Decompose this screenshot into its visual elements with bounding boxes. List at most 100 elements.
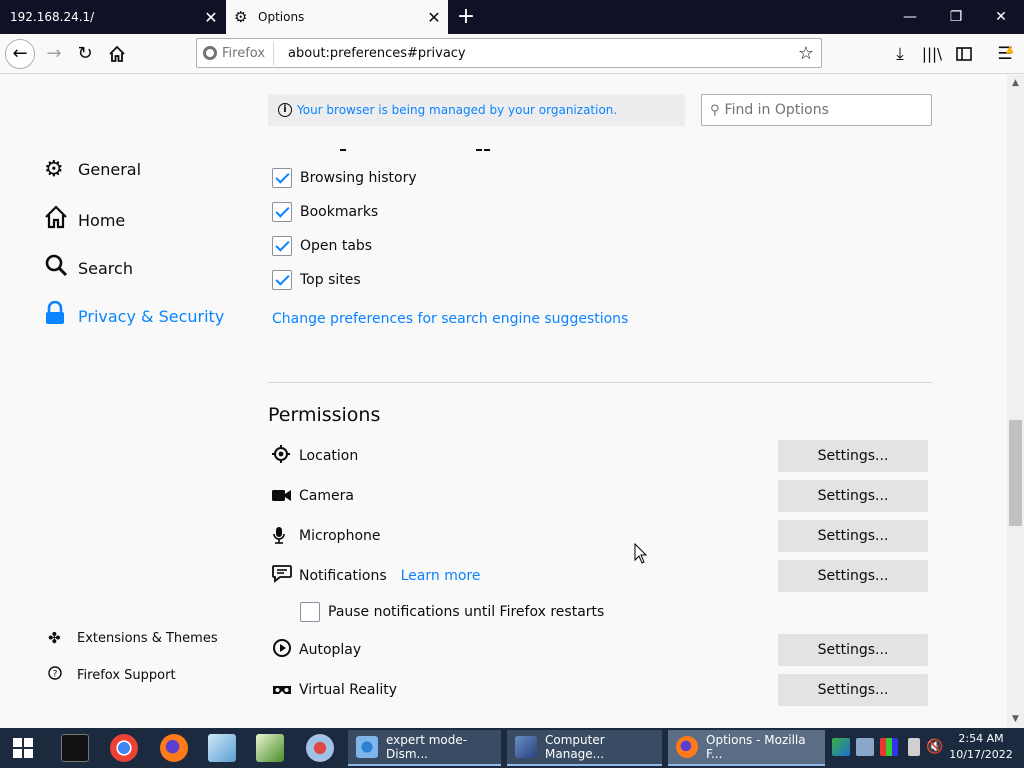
page-scrollbar[interactable]: ▲ ▼ — [1007, 75, 1024, 728]
back-arrow-icon: ← — [12, 43, 28, 64]
forward-button[interactable]: → — [39, 39, 69, 69]
search-suggestions-link[interactable]: Change preferences for search engine sug… — [272, 311, 628, 327]
home-button[interactable] — [102, 39, 132, 69]
checkbox-pause-notifications[interactable]: Pause notifications until Firefox restar… — [300, 602, 604, 622]
scroll-up-arrow-icon[interactable]: ▲ — [1007, 75, 1024, 92]
category-privacy-security[interactable]: Privacy & Security — [44, 300, 224, 331]
checkbox-bookmarks[interactable]: Bookmarks — [272, 202, 378, 222]
close-window-button[interactable]: ✕ — [978, 0, 1024, 34]
tab-options[interactable]: ⚙ Options ✕ — [226, 0, 448, 34]
checkbox[interactable] — [272, 202, 292, 222]
checkbox-label: Pause notifications until Firefox restar… — [328, 604, 605, 620]
extensions-themes-link[interactable]: ✤ Extensions & Themes — [48, 629, 218, 647]
autoplay-settings-button[interactable]: Settings... — [778, 634, 928, 666]
svg-text:?: ? — [53, 670, 58, 680]
taskbar-window-firefox[interactable]: Options - Mozilla F... — [668, 730, 825, 766]
reload-icon: ↻ — [77, 43, 93, 64]
taskbar-window-computer-management[interactable]: Computer Manage... — [507, 730, 662, 766]
info-icon: i — [278, 103, 292, 117]
search-icon: ⚲ — [710, 102, 720, 118]
reload-button[interactable]: ↻ — [70, 39, 100, 69]
checkbox-top-sites[interactable]: Top sites — [272, 270, 361, 290]
taskbar-window-title: expert mode-Dism... — [386, 733, 468, 761]
tab-title: Options — [258, 10, 305, 24]
library-button[interactable]: |||\ — [917, 39, 947, 69]
gear-icon: ⚙ — [234, 8, 248, 26]
system-clock[interactable]: 2:54 AM 10/17/2022 — [948, 731, 1014, 763]
sidebar-button[interactable] — [949, 39, 979, 69]
taskbar-window-dism[interactable]: expert mode-Dism... — [348, 730, 501, 766]
start-button[interactable] — [0, 728, 46, 768]
checkbox[interactable] — [300, 602, 320, 622]
tab-router[interactable]: 192.168.24.1/ ✕ — [0, 0, 225, 34]
category-general[interactable]: ⚙ General — [44, 157, 141, 182]
windows-taskbar: expert mode-Dism... Computer Manage... O… — [0, 728, 1024, 768]
identity-label: Firefox — [222, 45, 266, 61]
warning-badge-icon: ▲ — [1006, 44, 1014, 55]
terminal-icon[interactable] — [61, 734, 89, 762]
scrollbar-thumb[interactable] — [1009, 420, 1022, 526]
camera-settings-button[interactable]: Settings... — [778, 480, 928, 512]
category-search[interactable]: Search — [44, 253, 133, 283]
checkbox-label: Bookmarks — [300, 204, 379, 220]
forward-arrow-icon: → — [46, 43, 62, 64]
autoplay-icon — [272, 638, 299, 662]
microphone-icon — [272, 524, 299, 548]
firefox-icon[interactable] — [160, 734, 188, 762]
notifications-settings-button[interactable]: Settings... — [778, 560, 928, 592]
chrome-icon[interactable] — [110, 734, 138, 762]
location-icon — [272, 445, 299, 467]
firefox-support-link[interactable]: ? Firefox Support — [48, 666, 176, 684]
category-home[interactable]: Home — [44, 205, 125, 235]
camera-icon — [272, 487, 299, 506]
minimize-button[interactable]: — — [887, 0, 933, 34]
permission-label: Camera — [299, 488, 354, 504]
find-in-options[interactable]: ⚲ — [701, 94, 932, 126]
checkbox[interactable] — [272, 270, 292, 290]
downloads-button[interactable]: ⤓ — [885, 39, 915, 69]
identity-box[interactable]: Firefox — [197, 41, 275, 65]
checkbox-open-tabs[interactable]: Open tabs — [272, 236, 372, 256]
checkbox[interactable] — [272, 236, 292, 256]
menu-button[interactable]: ☰ ▲ — [990, 39, 1020, 69]
usb-icon[interactable] — [908, 738, 920, 756]
checkbox-browsing-history[interactable]: Browsing history — [272, 168, 417, 188]
permission-camera: Camera Settings... — [272, 480, 932, 512]
permissions-heading: Permissions — [268, 404, 381, 426]
vr-settings-button[interactable]: Settings... — [778, 674, 928, 706]
download-icon: ⤓ — [896, 44, 904, 64]
checkbox[interactable] — [272, 168, 292, 188]
microphone-settings-button[interactable]: Settings... — [778, 520, 928, 552]
vr-icon — [272, 681, 299, 700]
close-tab-icon[interactable]: ✕ — [420, 8, 448, 27]
maximize-button[interactable]: ❐ — [933, 0, 979, 34]
home-icon — [109, 45, 125, 62]
find-in-options-input[interactable] — [724, 102, 931, 118]
library-icon: |||\ — [921, 45, 943, 63]
tray-app-icon[interactable] — [832, 738, 850, 756]
computer-management-icon — [515, 736, 537, 758]
back-button[interactable]: ← — [5, 39, 35, 69]
new-tab-button[interactable]: + — [452, 2, 480, 32]
category-label: General — [78, 160, 142, 179]
permission-label: Notifications — [299, 568, 387, 584]
display-icon[interactable] — [880, 738, 898, 756]
network-tool-icon[interactable] — [306, 734, 334, 762]
network-icon[interactable] — [856, 738, 874, 756]
bookmark-star-icon[interactable]: ☆ — [791, 43, 821, 64]
volume-mute-icon[interactable]: 🔇 — [926, 738, 946, 756]
url-bar[interactable]: Firefox about:preferences#privacy ☆ — [196, 38, 822, 68]
close-tab-icon[interactable]: ✕ — [197, 8, 225, 27]
task-manager-icon[interactable] — [256, 734, 284, 762]
notifications-learn-more-link[interactable]: Learn more — [401, 568, 481, 584]
location-settings-button[interactable]: Settings... — [778, 440, 928, 472]
clipped-heading — [300, 147, 500, 153]
navigation-toolbar: ← → ↻ Firefox about:preferences#privacy … — [0, 34, 1024, 74]
notepad-icon[interactable] — [208, 734, 236, 762]
scroll-down-arrow-icon[interactable]: ▼ — [1007, 711, 1024, 728]
permission-label: Location — [299, 448, 359, 464]
permission-label: Virtual Reality — [299, 682, 398, 698]
managed-policy-notice[interactable]: i Your browser is being managed by your … — [268, 94, 685, 126]
url-input[interactable]: about:preferences#privacy — [274, 46, 791, 61]
firefox-icon — [676, 736, 698, 758]
